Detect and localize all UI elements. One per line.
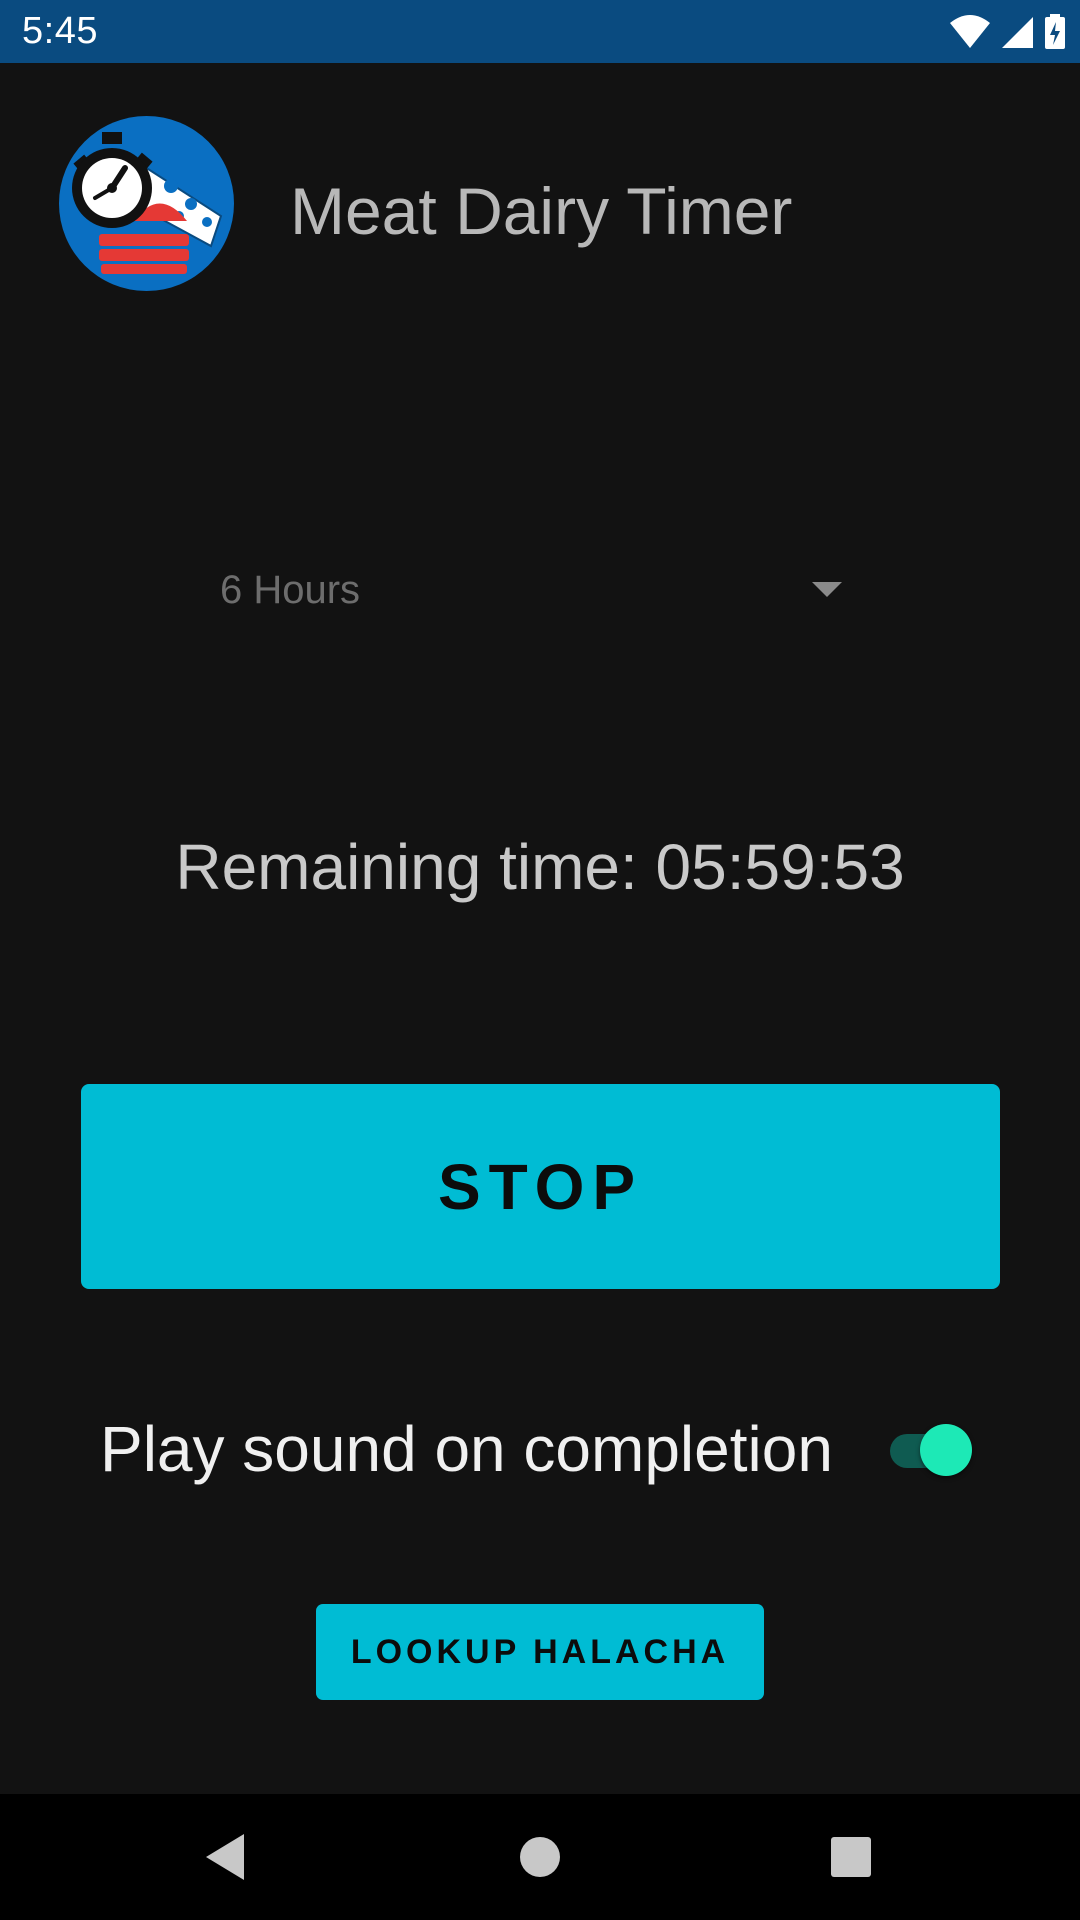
remaining-time-label: Remaining time: [175, 831, 638, 903]
sound-toggle[interactable] [888, 1424, 972, 1476]
recents-icon[interactable] [818, 1824, 884, 1890]
dropdown-arrow-icon [812, 582, 842, 597]
remaining-time-value: 05:59:53 [655, 831, 905, 903]
lookup-halacha-button[interactable]: LOOKUP HALACHA [316, 1604, 764, 1700]
battery-charging-icon [1045, 14, 1065, 49]
home-icon[interactable] [507, 1824, 573, 1890]
remaining-time: Remaining time: 05:59:53 [0, 830, 1080, 904]
sound-toggle-thumb [920, 1424, 972, 1476]
back-icon[interactable] [192, 1824, 258, 1890]
status-time: 5:45 [22, 10, 98, 52]
sound-setting-row: Play sound on completion [100, 1410, 980, 1490]
sound-setting-label: Play sound on completion [100, 1413, 833, 1485]
duration-spinner-value: 6 Hours [220, 568, 361, 612]
wifi-icon [950, 15, 990, 48]
duration-spinner[interactable]: 6 Hours [190, 550, 850, 630]
stop-button[interactable]: STOP [81, 1084, 1000, 1289]
status-bar: 5:45 [0, 0, 1080, 63]
app-title: Meat Dairy Timer [290, 174, 793, 248]
app-screen: 5:45 Meat Dairy Timer 6 Hours Remaining … [0, 0, 1080, 1920]
meat-dairy-timer-logo [59, 116, 234, 291]
status-icons [950, 12, 1066, 52]
cell-signal-icon [1002, 17, 1033, 48]
app-header: Meat Dairy Timer [0, 63, 1080, 291]
navigation-bar [0, 1794, 1080, 1920]
